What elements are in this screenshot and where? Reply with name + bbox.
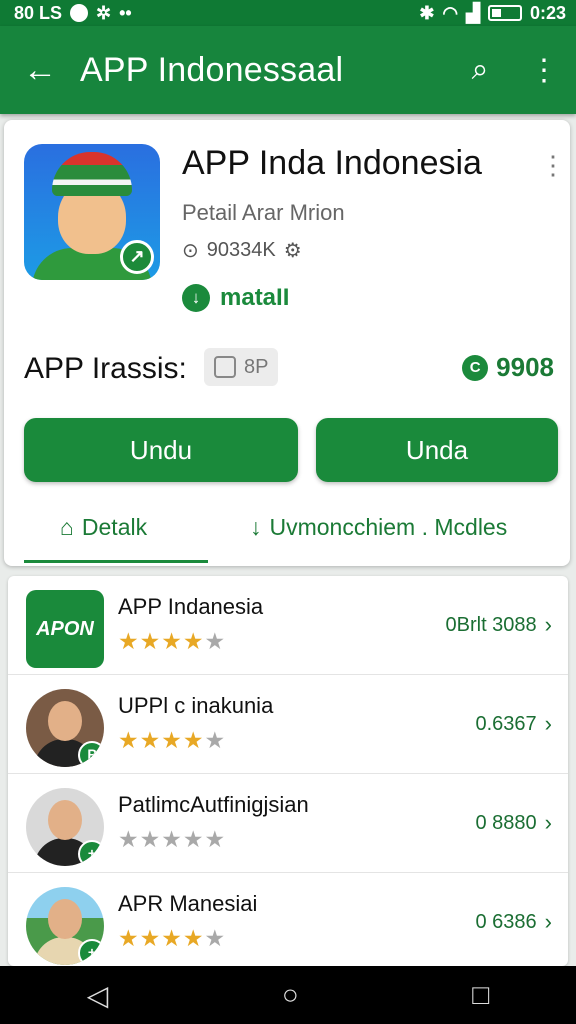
info-label: APP Irassis: [24, 352, 187, 385]
app-bar: ← APP Indonessaal ⌕ ⋮ [0, 26, 576, 114]
app-icon: ↗ [24, 144, 160, 280]
tab-detail[interactable]: ⌂ Detalk [60, 514, 147, 541]
list-item-value-text: 0 8880 [475, 811, 537, 834]
system-nav-bar: ◁ ○ □ [0, 966, 576, 1024]
chip-text: 8P [244, 355, 269, 378]
notification-icon-2: ✲ [96, 2, 112, 23]
app-list: APON APP Indanesia ★★★★★ 0Brlt 3088 › P … [8, 576, 568, 966]
badge-icon: + [78, 840, 104, 866]
status-left: 80 LS ✲ •• [14, 3, 132, 24]
card-menu-icon[interactable]: ⋮ [540, 150, 566, 181]
list-item-name: UPPl c inakunia [118, 693, 274, 718]
app-meta: ⊙ 90334K ⚙ [182, 238, 302, 263]
tab-more-label: Uvmoncchiem . Mcdles [269, 514, 508, 540]
list-item-name: APP Indanesia [118, 594, 264, 619]
rating-stars: ★★★★★ [118, 628, 227, 654]
status-time: 0:23 [529, 2, 566, 23]
list-item-name: PatlimcAutfinigjsian [118, 792, 309, 817]
avatar: + [26, 887, 104, 965]
app-downloads: 90334K [206, 239, 276, 261]
list-item[interactable]: P UPPl c inakunia ★★★★★ 0.6367 › [8, 675, 568, 774]
avatar-head [48, 800, 82, 840]
chevron-right-icon: › [544, 711, 552, 736]
list-item-value-text: 0Brlt 3088 [445, 613, 537, 636]
list-item-value-text: 0.6367 [475, 712, 537, 735]
chevron-right-icon: › [544, 612, 552, 637]
download-icon: ↓ [182, 284, 210, 312]
app-icon-hat [52, 152, 132, 196]
back-nav-icon[interactable]: ◁ [87, 979, 109, 1012]
bluetooth-icon: ✱ [419, 2, 435, 23]
price-value: 9908 [496, 352, 554, 382]
tab-more[interactable]: ↓ Uvmoncchiem . Mcdles [250, 514, 507, 541]
search-icon[interactable]: ⌕ [448, 53, 512, 87]
list-item[interactable]: + PatlimcAutfinigjsian ★★★★★ 0 8880 › [8, 774, 568, 873]
app-detail-card: ↗ APP Inda Indonesia ⋮ Petail Arar Mrion… [4, 120, 570, 566]
app-title: APP Inda Indonesia [182, 144, 482, 182]
avatar-head [48, 701, 82, 741]
list-item-value: 0Brlt 3088 › [446, 612, 553, 638]
battery-icon [487, 5, 522, 21]
status-left-text: 80 LS [14, 2, 63, 23]
gear-icon: ⚙ [283, 240, 302, 262]
back-arrow-icon[interactable]: ← [0, 51, 80, 90]
overflow-menu-icon[interactable]: ⋮ [512, 53, 576, 88]
list-item-value: 0 8880 › [476, 810, 553, 836]
chip-icon [214, 356, 236, 378]
list-item-value-text: 0 6386 [475, 910, 537, 933]
recents-nav-icon[interactable]: □ [472, 979, 489, 1011]
signal-icon: ▟ [466, 2, 480, 23]
primary-button[interactable]: Undu [24, 418, 298, 482]
status-bar: 80 LS ✲ •• ✱ ◠ ▟ 0:23 [0, 0, 576, 26]
app-developer: Petail Arar Mrion [182, 200, 345, 225]
coin-icon: C [462, 354, 489, 381]
rating-stars: ★★★★★ [118, 925, 227, 951]
install-link[interactable]: ↓ mataII [182, 284, 289, 312]
secondary-button[interactable]: Unda [316, 418, 558, 482]
downloads-icon: ⊙ [182, 240, 199, 262]
rating-stars: ★★★★★ [118, 727, 227, 753]
install-label: mataII [220, 284, 290, 311]
tab-bar: ⌂ Detalk ↓ Uvmoncchiem . Mcdles [4, 504, 570, 564]
list-item[interactable]: + APR Manesiai ★★★★★ 0 6386 › [8, 873, 568, 966]
more-notifications-icon: •• [119, 2, 132, 23]
rating-stars: ★★★★★ [118, 826, 227, 852]
list-item[interactable]: APON APP Indanesia ★★★★★ 0Brlt 3088 › [8, 576, 568, 675]
app-thumbnail: APON [26, 590, 104, 668]
list-item-name: APR Manesiai [118, 891, 258, 916]
tab-detail-label: Detalk [81, 514, 148, 540]
chevron-right-icon: › [544, 909, 552, 934]
app-bar-title: APP Indonessaal [80, 50, 344, 89]
list-item-value: 0 6386 › [476, 909, 553, 935]
avatar: P [26, 689, 104, 767]
info-chip[interactable]: 8P [204, 348, 279, 386]
status-right: ✱ ◠ ▟ 0:23 [419, 3, 566, 24]
badge-icon: P [78, 741, 104, 767]
notification-icon [70, 4, 89, 22]
badge-icon: + [78, 939, 104, 965]
arrow-down-icon: ↓ [250, 514, 262, 540]
avatar: + [26, 788, 104, 866]
chevron-right-icon: › [544, 810, 552, 835]
price: C 9908 [462, 352, 554, 383]
wifi-icon: ◠ [442, 2, 459, 23]
tab-indicator [24, 560, 208, 563]
list-item-value: 0.6367 › [476, 711, 553, 737]
home-nav-icon[interactable]: ○ [282, 979, 299, 1011]
app-badge-icon: ↗ [120, 240, 154, 274]
home-icon: ⌂ [60, 514, 74, 540]
avatar-head [48, 899, 82, 939]
